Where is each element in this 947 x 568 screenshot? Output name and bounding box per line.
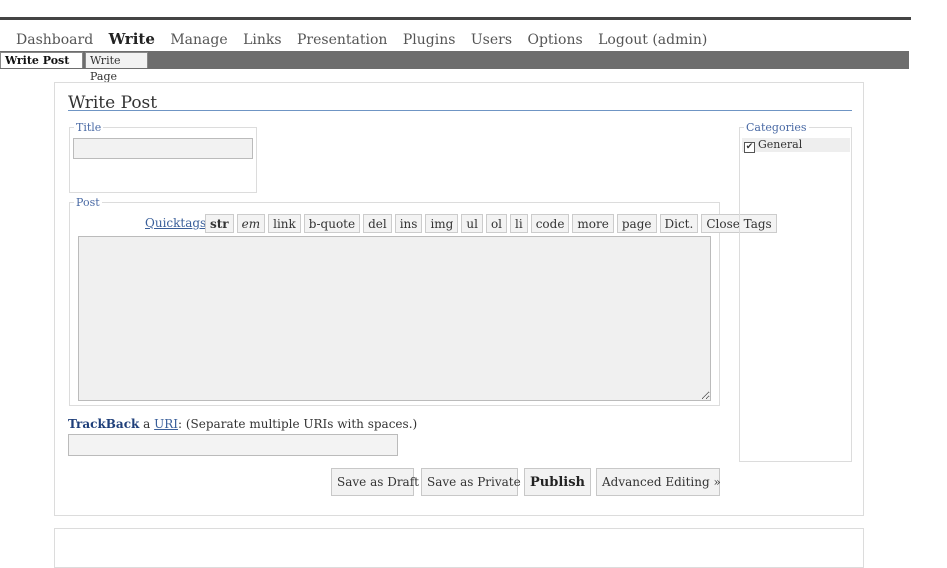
save-as-private-button[interactable]: Save as Private xyxy=(421,468,521,496)
quicktag-ol-button[interactable]: ol xyxy=(485,214,507,233)
quicktag-ul-button[interactable]: ul xyxy=(461,214,483,233)
trackback-a-text: a xyxy=(139,417,155,431)
nav-links[interactable]: Links xyxy=(243,32,281,48)
quicktag-page-button[interactable]: page xyxy=(616,214,657,233)
categories-fieldset: Categories xyxy=(739,121,852,462)
quicktag-more-button[interactable]: more xyxy=(572,214,614,233)
publish-button[interactable]: Publish xyxy=(524,468,591,496)
nav-manage[interactable]: Manage xyxy=(170,32,227,48)
quicktag-li-button[interactable]: li xyxy=(510,214,528,233)
quicktag-str-button[interactable]: str xyxy=(205,214,234,233)
tab-write-post[interactable]: Write Post xyxy=(0,52,83,68)
nav-users[interactable]: Users xyxy=(471,32,512,48)
quicktag-bquote-button[interactable]: b-quote xyxy=(303,214,361,233)
nav-logout[interactable]: Logout (admin) xyxy=(598,32,707,48)
quicktag-link-button[interactable]: link xyxy=(268,214,301,233)
quicktags-label-text: Quicktags xyxy=(145,216,207,230)
quicktag-del-button[interactable]: del xyxy=(363,214,392,233)
category-general-row[interactable]: ✔ General xyxy=(742,138,850,153)
title-legend: Title xyxy=(76,121,102,134)
nav-plugins[interactable]: Plugins xyxy=(403,32,456,48)
post-legend: Post xyxy=(76,196,100,209)
trackback-link[interactable]: TrackBack xyxy=(68,417,139,431)
trackback-input[interactable] xyxy=(68,434,398,456)
top-border xyxy=(0,17,911,20)
quicktag-img-button[interactable]: img xyxy=(425,214,459,233)
uri-abbr: URI xyxy=(154,417,179,431)
quicktags-label: Quicktags: xyxy=(145,216,210,230)
quicktag-code-button[interactable]: code xyxy=(530,214,570,233)
post-content-textarea[interactable] xyxy=(78,236,711,401)
quicktag-dict-button[interactable]: Dict. xyxy=(659,214,699,233)
quicktag-em-button[interactable]: em xyxy=(236,214,266,233)
categories-legend: Categories xyxy=(746,121,807,134)
title-divider xyxy=(68,110,852,111)
save-as-draft-button[interactable]: Save as Draft xyxy=(331,468,419,496)
tab-write-page[interactable]: Write Page xyxy=(85,52,148,83)
secondary-panel xyxy=(54,528,864,568)
main-navigation: Dashboard Write Manage Links Presentatio… xyxy=(16,30,718,50)
nav-presentation[interactable]: Presentation xyxy=(297,32,387,48)
category-general-label: General xyxy=(758,138,803,151)
nav-dashboard[interactable]: Dashboard xyxy=(16,32,93,48)
advanced-editing-button[interactable]: Advanced Editing » xyxy=(596,468,721,496)
quicktag-ins-button[interactable]: ins xyxy=(394,214,423,233)
nav-options[interactable]: Options xyxy=(527,32,582,48)
title-input[interactable] xyxy=(73,138,253,159)
trackback-hint: : (Separate multiple URIs with spaces.) xyxy=(178,417,418,431)
trackback-label: TrackBack a URI: (Separate multiple URIs… xyxy=(68,417,417,431)
nav-write[interactable]: Write xyxy=(109,30,155,48)
quicktags-toolbar: str em link b-quote del ins img ul ol li… xyxy=(205,214,777,234)
category-general-checkbox[interactable]: ✔ xyxy=(744,142,755,153)
